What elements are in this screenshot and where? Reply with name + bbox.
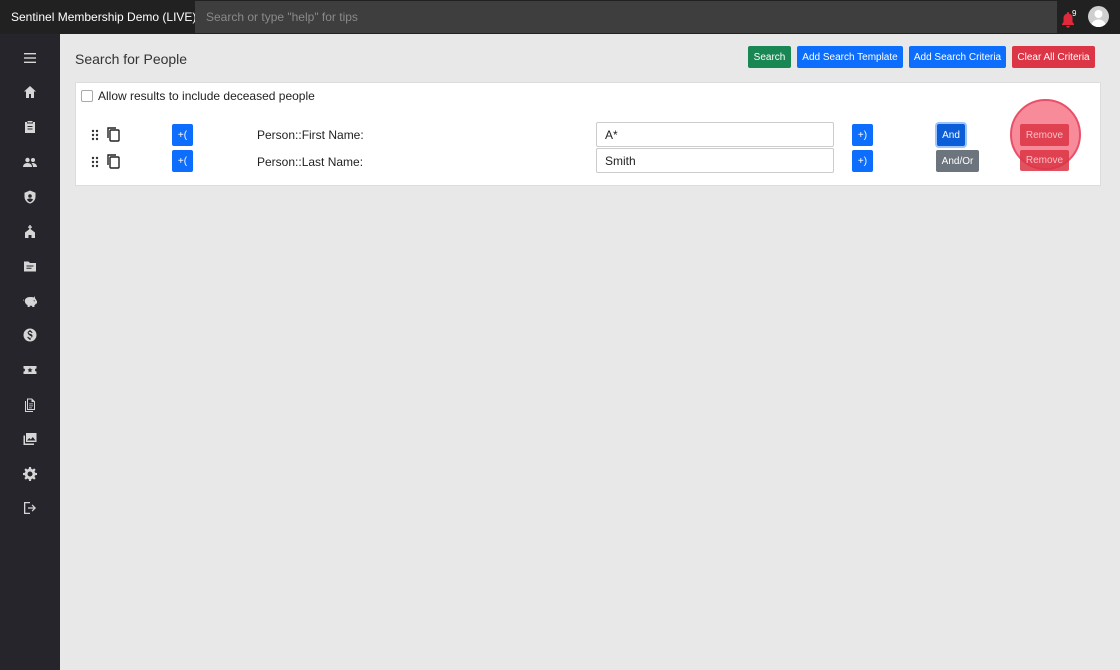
- deceased-checkbox[interactable]: [81, 90, 93, 102]
- search-button[interactable]: Search: [748, 46, 791, 68]
- logout-icon[interactable]: [22, 500, 38, 516]
- dollar-icon[interactable]: [22, 327, 38, 343]
- church-icon[interactable]: [22, 224, 38, 240]
- open-paren-button[interactable]: +(: [172, 150, 193, 172]
- copy-icon[interactable]: [106, 126, 120, 142]
- folder-icon[interactable]: [22, 258, 38, 274]
- global-search-input[interactable]: [195, 1, 1057, 33]
- clipboard-icon[interactable]: [22, 119, 38, 135]
- drag-handle-icon[interactable]: [91, 128, 99, 141]
- close-paren-button[interactable]: +): [852, 150, 873, 172]
- photos-icon[interactable]: [22, 431, 38, 447]
- remove-button[interactable]: Remove: [1020, 150, 1069, 171]
- global-search[interactable]: [195, 1, 1057, 33]
- shield-icon[interactable]: [22, 189, 38, 205]
- clear-all-criteria-button[interactable]: Clear All Criteria: [1012, 46, 1095, 68]
- last-name-input[interactable]: [596, 148, 834, 173]
- home-icon[interactable]: [22, 84, 38, 100]
- page-title: Search for People: [75, 51, 188, 67]
- notification-count: 9: [1072, 9, 1077, 18]
- avatar[interactable]: [1088, 6, 1109, 27]
- document-icon[interactable]: [22, 397, 38, 413]
- deceased-checkbox-label[interactable]: Allow results to include deceased people: [98, 89, 315, 103]
- piggy-bank-icon[interactable]: [22, 293, 38, 309]
- sidebar: [0, 34, 60, 670]
- and-button[interactable]: And: [937, 124, 965, 146]
- open-paren-button[interactable]: +(: [172, 124, 193, 146]
- app-title[interactable]: Sentinel Membership Demo (LIVE): [11, 10, 196, 24]
- and-or-button[interactable]: And/Or: [936, 150, 979, 172]
- menu-icon[interactable]: [22, 50, 38, 66]
- add-search-criteria-button[interactable]: Add Search Criteria: [909, 46, 1006, 68]
- criteria-label: Person::Last Name:: [257, 155, 364, 169]
- add-search-template-button[interactable]: Add Search Template: [797, 46, 903, 68]
- remove-button[interactable]: Remove: [1020, 124, 1069, 146]
- criteria-label: Person::First Name:: [257, 128, 364, 142]
- people-icon[interactable]: [22, 154, 38, 170]
- gear-icon[interactable]: [22, 466, 38, 482]
- top-bar: Sentinel Membership Demo (LIVE) 9: [0, 0, 1120, 34]
- drag-handle-icon[interactable]: [91, 155, 99, 168]
- close-paren-button[interactable]: +): [852, 124, 873, 146]
- ticket-icon[interactable]: [22, 362, 38, 378]
- first-name-input[interactable]: [596, 122, 834, 147]
- copy-icon[interactable]: [106, 153, 120, 169]
